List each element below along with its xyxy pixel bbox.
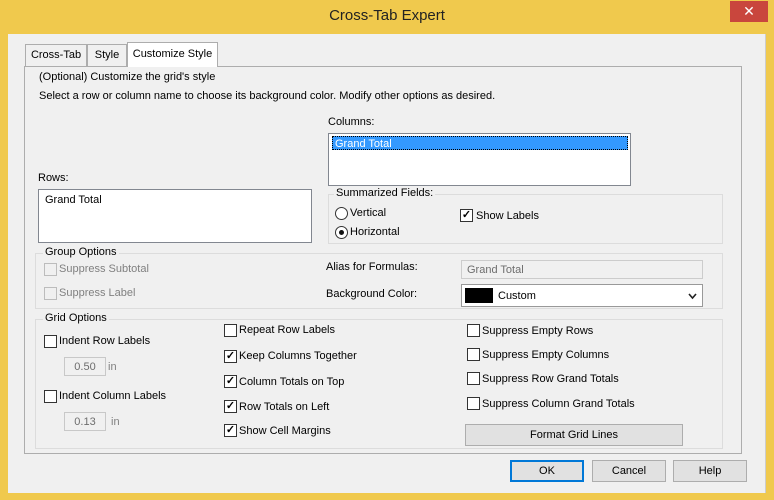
row-totals-on-left-label: Row Totals on Left	[239, 401, 330, 413]
suppress-empty-rows-label: Suppress Empty Rows	[482, 325, 594, 337]
indent-column-labels-label: Indent Column Labels	[59, 390, 167, 402]
alias-for-formulas-input[interactable]: Grand Total	[461, 260, 703, 279]
customize-style-panel: (Optional) Customize the grid's style Se…	[24, 66, 742, 454]
horizontal-radio[interactable]	[335, 226, 348, 239]
rows-list[interactable]: Grand Total	[38, 189, 312, 243]
columns-list[interactable]: Grand Total	[328, 133, 631, 186]
row-totals-on-left-checkbox[interactable]: ✓	[224, 400, 237, 413]
input-text: 0.13	[74, 416, 96, 428]
show-cell-margins-checkbox[interactable]: ✓	[224, 424, 237, 437]
background-color-select[interactable]: Custom	[461, 284, 703, 307]
tab-label: Customize Style	[132, 48, 213, 60]
button-label: Format Grid Lines	[529, 429, 619, 441]
grid-options-legend: Grid Options	[43, 312, 109, 324]
radio-selected-dot	[339, 230, 344, 235]
show-labels-checkbox[interactable]: ✓	[460, 209, 473, 222]
check-icon: ✓	[461, 209, 472, 221]
suppress-subtotal-label: Suppress Subtotal	[59, 263, 149, 275]
group-options-legend: Group Options	[43, 246, 119, 258]
window-title: Cross-Tab Expert	[329, 7, 445, 24]
suppress-label-checkbox[interactable]	[44, 287, 57, 300]
show-labels-label: Show Labels	[476, 210, 539, 222]
suppress-row-grand-totals-label: Suppress Row Grand Totals	[482, 373, 619, 385]
suppress-subtotal-checkbox[interactable]	[44, 263, 57, 276]
indent-row-labels-label: Indent Row Labels	[59, 335, 151, 347]
alias-input-text: Grand Total	[467, 264, 524, 276]
button-label: OK	[539, 465, 555, 477]
suppress-row-grand-totals-checkbox[interactable]	[467, 372, 480, 385]
indent-column-value-input[interactable]: 0.13	[64, 412, 106, 431]
suppress-empty-columns-checkbox[interactable]	[467, 348, 480, 361]
column-totals-on-top-label: Column Totals on Top	[239, 376, 345, 388]
columns-label: Columns:	[328, 116, 375, 128]
tab-customize-style[interactable]: Customize Style	[127, 42, 218, 67]
tab-label: Cross-Tab	[30, 49, 82, 61]
suppress-empty-rows-checkbox[interactable]	[467, 324, 480, 337]
show-cell-margins-label: Show Cell Margins	[239, 425, 331, 437]
keep-columns-together-checkbox[interactable]: ✓	[224, 350, 237, 363]
format-grid-lines-button[interactable]: Format Grid Lines	[465, 424, 683, 446]
close-icon: ✕	[743, 3, 755, 19]
suppress-column-grand-totals-checkbox[interactable]	[467, 397, 480, 410]
indent-column-unit: in	[111, 416, 120, 428]
horizontal-label: Horizontal	[350, 226, 400, 238]
help-button[interactable]: Help	[673, 460, 747, 482]
button-label: Help	[698, 465, 722, 477]
tab-style[interactable]: Style	[87, 44, 127, 66]
ok-button[interactable]: OK	[510, 460, 584, 482]
rows-item-grand-total[interactable]: Grand Total	[45, 194, 102, 206]
alias-for-formulas-label: Alias for Formulas:	[326, 261, 418, 273]
rows-label: Rows:	[38, 172, 69, 184]
column-totals-on-top-checkbox[interactable]: ✓	[224, 375, 237, 388]
suppress-label-label: Suppress Label	[59, 287, 136, 299]
suppress-column-grand-totals-label: Suppress Column Grand Totals	[482, 398, 635, 410]
intro-line-1: (Optional) Customize the grid's style	[39, 71, 216, 83]
tab-cross-tab[interactable]: Cross-Tab	[25, 44, 87, 66]
indent-row-value-input[interactable]: 0.50	[64, 357, 106, 376]
list-item-text: Grand Total	[335, 138, 392, 150]
background-color-label: Background Color:	[326, 288, 418, 300]
check-icon: ✓	[225, 424, 236, 436]
suppress-empty-columns-label: Suppress Empty Columns	[482, 349, 610, 361]
close-button[interactable]: ✕	[730, 1, 768, 22]
vertical-radio[interactable]	[335, 207, 348, 220]
cancel-button[interactable]: Cancel	[592, 460, 666, 482]
indent-row-unit: in	[108, 361, 117, 373]
indent-row-labels-checkbox[interactable]	[44, 335, 57, 348]
columns-item-grand-total[interactable]: Grand Total	[332, 136, 628, 150]
repeat-row-labels-label: Repeat Row Labels	[239, 324, 336, 336]
keep-columns-together-label: Keep Columns Together	[239, 350, 357, 362]
vertical-label: Vertical	[350, 207, 387, 219]
summarized-fields-legend: Summarized Fields:	[334, 187, 436, 199]
repeat-row-labels-checkbox[interactable]	[224, 324, 237, 337]
button-label: Cancel	[611, 465, 647, 477]
check-icon: ✓	[225, 350, 236, 362]
chevron-down-icon	[688, 293, 697, 300]
check-icon: ✓	[225, 400, 236, 412]
check-icon: ✓	[225, 375, 236, 387]
tab-label: Style	[94, 49, 120, 61]
input-text: 0.50	[74, 361, 96, 373]
intro-line-2: Select a row or column name to choose it…	[39, 90, 496, 102]
color-swatch	[465, 288, 493, 303]
background-color-value: Custom	[498, 290, 536, 302]
indent-column-labels-checkbox[interactable]	[44, 390, 57, 403]
